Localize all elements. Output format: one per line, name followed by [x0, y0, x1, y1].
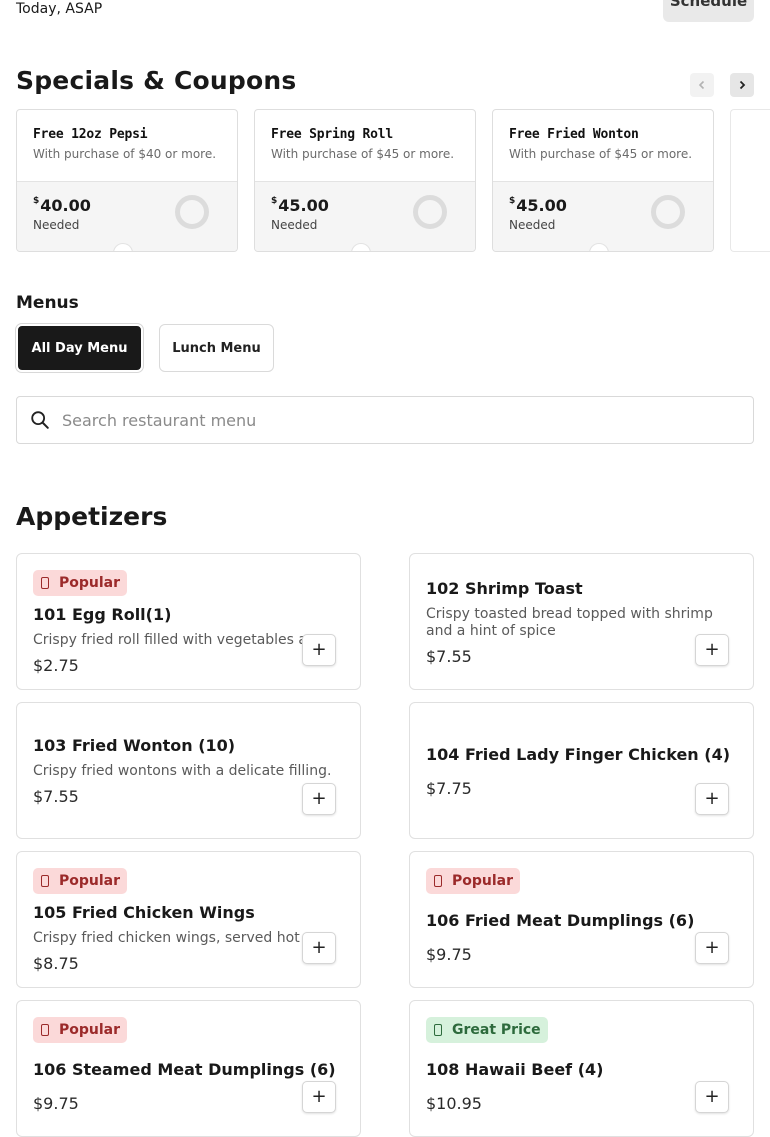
add-item-button[interactable]: + [302, 634, 336, 666]
popular-badge: Popular [426, 868, 521, 894]
menu-item-card[interactable]: Popular 106 Fried Meat Dumplings (6) $9.… [409, 851, 754, 988]
item-price: $7.75 [426, 779, 472, 798]
item-price: $7.55 [426, 647, 472, 666]
add-item-button[interactable]: + [695, 932, 729, 964]
menu-item-card[interactable]: Popular 106 Steamed Meat Dumplings (6) $… [16, 1000, 361, 1137]
menu-item-card[interactable]: Popular 105 Fried Chicken Wings Crispy f… [16, 851, 361, 988]
flame-icon [434, 875, 442, 887]
carousel-next-button[interactable] [730, 73, 754, 97]
coupon-card[interactable]: Free 12oz Pepsi With purchase of $40 or … [16, 109, 238, 252]
coupon-description: With purchase of $40 or more. [33, 147, 217, 161]
popular-badge: Popular [33, 1017, 128, 1043]
coupon-notch [113, 243, 133, 251]
item-description: Crispy toasted bread topped with shrimp … [426, 606, 713, 639]
coupon-title: Free Spring Roll [271, 127, 394, 142]
progress-ring-icon [651, 195, 685, 229]
progress-ring-icon [175, 195, 209, 229]
item-name: 104 Fried Lady Finger Chicken (4) [426, 745, 731, 764]
tag-icon [434, 1024, 442, 1036]
schedule-button[interactable]: Schedule [663, 0, 754, 22]
coupon-card-peek[interactable] [730, 109, 770, 252]
item-price: $2.75 [33, 656, 79, 675]
add-item-button[interactable]: + [695, 1081, 729, 1113]
item-price: $7.55 [33, 787, 79, 806]
order-time-text: Today, ASAP [16, 1, 103, 17]
flame-icon [41, 1024, 49, 1036]
coupon-notch [589, 243, 609, 251]
coupon-notch [351, 243, 371, 251]
menu-item-card[interactable]: 104 Fried Lady Finger Chicken (4) $7.75 … [409, 702, 754, 839]
add-item-button[interactable]: + [302, 1081, 336, 1113]
item-name: 106 Steamed Meat Dumplings (6) [33, 1060, 336, 1079]
item-price: $9.75 [426, 945, 472, 964]
coupon-title: Free Fried Wonton [509, 127, 639, 142]
appetizers-heading: Appetizers [16, 502, 168, 531]
menu-item-card[interactable]: Great Price 108 Hawaii Beef (4) $10.95 + [409, 1000, 754, 1137]
item-name: 106 Fried Meat Dumplings (6) [426, 911, 695, 930]
coupon-card[interactable]: Free Fried Wonton With purchase of $45 o… [492, 109, 714, 252]
item-description: Crispy fried chicken wings, served hot [33, 930, 300, 946]
menus-heading: Menus [16, 293, 79, 313]
coupon-card[interactable]: Free Spring Roll With purchase of $45 or… [254, 109, 476, 252]
add-item-button[interactable]: + [302, 932, 336, 964]
search-box[interactable] [16, 396, 754, 444]
popular-badge: Popular [33, 570, 128, 596]
popular-badge: Popular [33, 868, 128, 894]
tab-lunch-menu[interactable]: Lunch Menu [159, 324, 274, 372]
item-description: Crispy fried roll filled with vegetables… [33, 632, 337, 648]
flame-icon [41, 577, 49, 589]
menu-item-card[interactable]: Popular 101 Egg Roll(1) Crispy fried rol… [16, 553, 361, 690]
add-item-button[interactable]: + [302, 783, 336, 815]
coupon-description: With purchase of $45 or more. [271, 147, 455, 161]
menu-item-card[interactable]: 103 Fried Wonton (10) Crispy fried wonto… [16, 702, 361, 839]
great-price-badge: Great Price [426, 1017, 548, 1043]
item-name: 108 Hawaii Beef (4) [426, 1060, 604, 1079]
item-name: 102 Shrimp Toast [426, 579, 583, 598]
item-name: 103 Fried Wonton (10) [33, 736, 236, 755]
progress-ring-icon [413, 195, 447, 229]
item-price: $10.95 [426, 1094, 482, 1113]
item-name: 101 Egg Roll(1) [33, 605, 172, 624]
item-price: $9.75 [33, 1094, 79, 1113]
chevron-right-icon [739, 80, 746, 90]
flame-icon [41, 875, 49, 887]
carousel-prev-button[interactable] [690, 73, 714, 97]
search-icon [31, 411, 49, 429]
menu-item-card[interactable]: 102 Shrimp Toast Crispy toasted bread to… [409, 553, 754, 690]
specials-heading: Specials & Coupons [16, 66, 297, 95]
add-item-button[interactable]: + [695, 783, 729, 815]
tab-all-day-menu[interactable]: All Day Menu [16, 324, 143, 372]
coupon-description: With purchase of $45 or more. [509, 147, 693, 161]
item-price: $8.75 [33, 954, 79, 973]
add-item-button[interactable]: + [695, 634, 729, 666]
item-name: 105 Fried Chicken Wings [33, 903, 255, 922]
search-input[interactable] [60, 409, 714, 431]
chevron-left-icon [698, 80, 705, 90]
coupon-title: Free 12oz Pepsi [33, 127, 148, 142]
item-description: Crispy fried wontons with a delicate fil… [33, 763, 332, 779]
